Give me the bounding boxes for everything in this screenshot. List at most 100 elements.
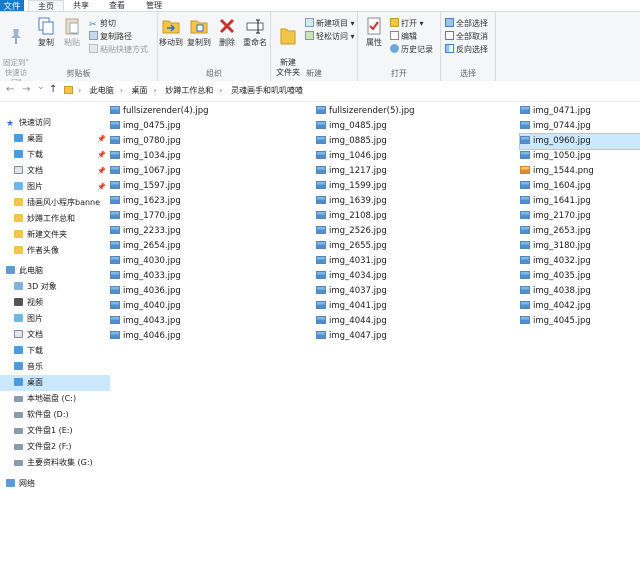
- file-item[interactable]: img_4045.jpg: [520, 314, 591, 329]
- paste-shortcut-button[interactable]: 粘贴快捷方式: [89, 44, 148, 55]
- new-item-button[interactable]: 新建项目 ▾: [305, 18, 355, 29]
- file-item[interactable]: img_4033.jpg: [110, 269, 181, 284]
- file-item[interactable]: img_1597.jpg: [110, 179, 181, 194]
- nav-quick-pictures[interactable]: 图片 📌: [0, 179, 110, 195]
- select-all-button[interactable]: 全部选择: [445, 18, 488, 29]
- file-item[interactable]: img_1544.png: [520, 164, 594, 179]
- nav-quick-folder[interactable]: 作者头像: [0, 243, 110, 259]
- breadcrumb-this-pc[interactable]: 此电脑: [90, 86, 114, 95]
- file-item[interactable]: img_4041.jpg: [316, 299, 387, 314]
- tab-share[interactable]: 共享: [64, 0, 98, 11]
- select-none-button[interactable]: 全部取消: [445, 31, 488, 42]
- forward-button[interactable]: →: [22, 84, 30, 95]
- file-item[interactable]: img_4038.jpg: [520, 284, 591, 299]
- nav-pc-pictures[interactable]: 图片: [0, 311, 110, 327]
- nav-pc-downloads[interactable]: 下载: [0, 343, 110, 359]
- edit-button[interactable]: 编辑: [390, 31, 417, 42]
- easy-access-button[interactable]: 轻松访问 ▾: [305, 31, 355, 42]
- file-item[interactable]: fullsizerender(5).jpg: [316, 104, 415, 119]
- file-item[interactable]: img_1046.jpg: [316, 149, 387, 164]
- file-item[interactable]: img_0885.jpg: [316, 134, 387, 149]
- file-item[interactable]: img_4042.jpg: [520, 299, 591, 314]
- back-button[interactable]: ←: [6, 84, 14, 95]
- file-item[interactable]: img_4044.jpg: [316, 314, 387, 329]
- file-item[interactable]: img_4040.jpg: [110, 299, 181, 314]
- file-item[interactable]: img_1604.jpg: [520, 179, 591, 194]
- file-item[interactable]: img_1050.jpg: [520, 149, 591, 164]
- copy-to-button[interactable]: 复制到: [186, 16, 212, 48]
- nav-pc-music[interactable]: 音乐: [0, 359, 110, 375]
- file-item[interactable]: img_2526.jpg: [316, 224, 387, 239]
- file-item[interactable]: img_1623.jpg: [110, 194, 181, 209]
- file-item[interactable]: img_1599.jpg: [316, 179, 387, 194]
- breadcrumb-desktop[interactable]: 桌面: [132, 86, 148, 95]
- file-item[interactable]: img_2653.jpg: [520, 224, 591, 239]
- tab-view[interactable]: 查看: [100, 0, 134, 11]
- rename-button[interactable]: 重命名: [240, 16, 270, 48]
- copy-button[interactable]: 复制: [34, 16, 58, 48]
- file-item[interactable]: img_4043.jpg: [110, 314, 181, 329]
- file-item[interactable]: img_1217.jpg: [316, 164, 387, 179]
- nav-pc-drive-e[interactable]: 文件盘1 (E:): [0, 423, 110, 439]
- tab-manage[interactable]: 管理: [136, 0, 172, 11]
- file-item[interactable]: img_1034.jpg: [110, 149, 181, 164]
- nav-quick-folder[interactable]: 插画风小程序banne: [0, 195, 110, 211]
- file-item[interactable]: img_0780.jpg: [110, 134, 181, 149]
- nav-quick-desktop[interactable]: 桌面 📌: [0, 131, 110, 147]
- nav-pc-drive-g[interactable]: 主要资料收集 (G:): [0, 455, 110, 471]
- file-item[interactable]: img_2233.jpg: [110, 224, 181, 239]
- file-item[interactable]: img_2170.jpg: [520, 209, 591, 224]
- nav-quick-access[interactable]: ★ 快速访问: [6, 115, 102, 131]
- file-item[interactable]: img_4047.jpg: [316, 329, 387, 344]
- file-item[interactable]: img_4036.jpg: [110, 284, 181, 299]
- file-item[interactable]: img_2108.jpg: [316, 209, 387, 224]
- properties-button[interactable]: 属性: [362, 16, 386, 48]
- file-item[interactable]: img_1067.jpg: [110, 164, 181, 179]
- nav-pc-desktop[interactable]: 桌面: [0, 375, 110, 391]
- cut-button[interactable]: ✂ 剪切: [89, 18, 116, 30]
- breadcrumb-current-folder[interactable]: 灵魂画手和叽叽喳喳: [231, 86, 303, 95]
- file-item[interactable]: img_1639.jpg: [316, 194, 387, 209]
- file-item[interactable]: img_4046.jpg: [110, 329, 181, 344]
- file-item[interactable]: img_0485.jpg: [316, 119, 387, 134]
- tab-home[interactable]: 主页: [28, 0, 64, 11]
- nav-network[interactable]: 网络: [6, 476, 102, 492]
- delete-button[interactable]: 删除: [216, 16, 238, 48]
- move-to-button[interactable]: 移动到: [158, 16, 184, 48]
- file-item[interactable]: img_0744.jpg: [520, 119, 591, 134]
- file-item[interactable]: img_1641.jpg: [520, 194, 591, 209]
- file-item[interactable]: img_0471.jpg: [520, 104, 591, 119]
- file-item[interactable]: img_4032.jpg: [520, 254, 591, 269]
- file-item[interactable]: img_4031.jpg: [316, 254, 387, 269]
- up-button[interactable]: ↑: [49, 84, 57, 95]
- file-item[interactable]: img_2655.jpg: [316, 239, 387, 254]
- file-item[interactable]: img_4037.jpg: [316, 284, 387, 299]
- file-item[interactable]: img_2654.jpg: [110, 239, 181, 254]
- nav-quick-folder[interactable]: 妙蹲工作总和: [0, 211, 110, 227]
- file-item[interactable]: img_0960.jpg: [519, 133, 640, 150]
- nav-pc-videos[interactable]: 视频: [0, 295, 110, 311]
- nav-pc-3d-objects[interactable]: 3D 对象: [0, 279, 110, 295]
- file-item[interactable]: img_4034.jpg: [316, 269, 387, 284]
- file-item[interactable]: fullsizerender(4).jpg: [110, 104, 209, 119]
- nav-this-pc[interactable]: 此电脑: [6, 263, 102, 279]
- paste-button[interactable]: 粘贴: [60, 16, 84, 48]
- invert-selection-button[interactable]: 反向选择: [445, 44, 488, 55]
- nav-quick-downloads[interactable]: 下载 📌: [0, 147, 110, 163]
- file-item[interactable]: img_3180.jpg: [520, 239, 591, 254]
- history-button[interactable]: 历史记录: [390, 44, 433, 55]
- nav-quick-documents[interactable]: 文档 📌: [0, 163, 110, 179]
- open-button[interactable]: 打开 ▾: [390, 18, 424, 29]
- file-item[interactable]: img_0475.jpg: [110, 119, 181, 134]
- breadcrumb-work-folder[interactable]: 妙蹲工作总和: [165, 86, 213, 95]
- copy-path-button[interactable]: 复制路径: [89, 31, 132, 42]
- nav-pc-drive-f[interactable]: 文件盘2 (F:): [0, 439, 110, 455]
- nav-pc-documents[interactable]: 文档: [0, 327, 110, 343]
- file-item[interactable]: img_1770.jpg: [110, 209, 181, 224]
- nav-pc-drive-c[interactable]: 本地磁盘 (C:): [0, 391, 110, 407]
- nav-pc-drive-d[interactable]: 软件盘 (D:): [0, 407, 110, 423]
- nav-quick-folder[interactable]: 新建文件夹: [0, 227, 110, 243]
- file-item[interactable]: img_4030.jpg: [110, 254, 181, 269]
- recent-locations-button[interactable]: ⌄: [37, 82, 45, 92]
- file-item[interactable]: img_4035.jpg: [520, 269, 591, 284]
